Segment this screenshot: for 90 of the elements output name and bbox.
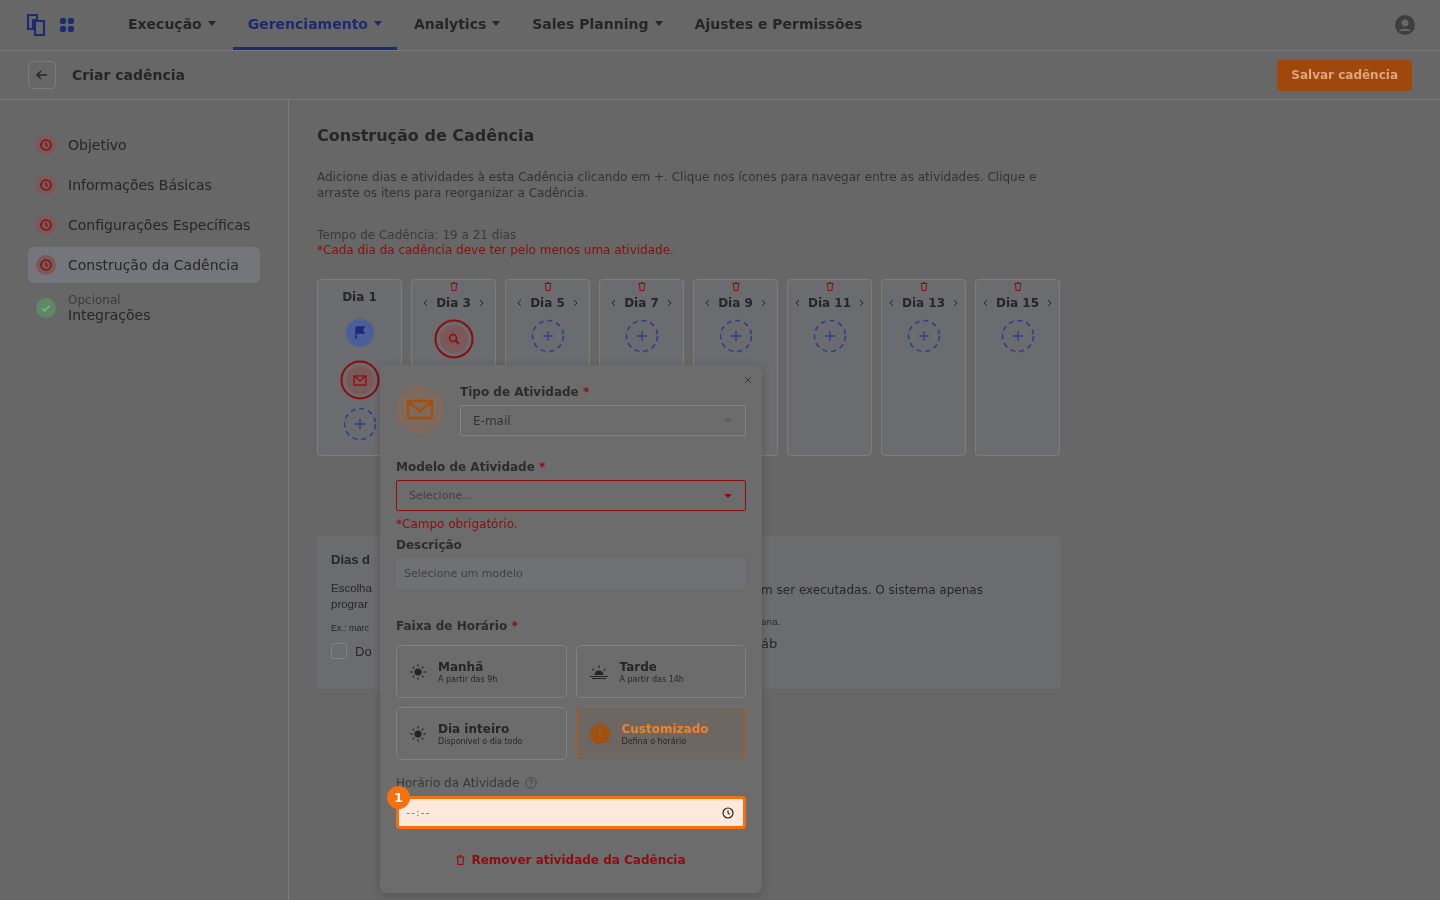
example-text: ana.	[761, 617, 782, 627]
logo-icon[interactable]	[27, 14, 45, 36]
remove-activity-button[interactable]: Remover atividade da Cadência	[456, 853, 686, 867]
trash-icon[interactable]	[732, 282, 740, 291]
trash-icon[interactable]	[920, 282, 928, 291]
day-label: Dia 7	[624, 296, 659, 310]
day-label: Dia 3	[436, 296, 471, 310]
page-title: Criar cadência	[72, 67, 185, 83]
user-avatar-icon[interactable]	[1395, 15, 1415, 35]
sun-icon	[410, 725, 426, 742]
nav-tab[interactable]: Analytics	[399, 0, 516, 50]
clock-icon	[589, 723, 610, 744]
search-activity-icon[interactable]	[433, 319, 474, 359]
add-activity-icon[interactable]	[342, 407, 377, 441]
panel-text: prograr	[331, 597, 370, 612]
save-button[interactable]: Salvar cadência	[1277, 59, 1412, 91]
day-label: Dia 11	[807, 296, 852, 310]
chevron-left-icon[interactable]	[705, 299, 711, 307]
chevron-right-icon[interactable]	[666, 299, 672, 307]
step-item[interactable]: Informações Básicas	[28, 167, 260, 203]
time-slot-option[interactable]: Customizado Defina o horário	[575, 707, 746, 760]
panel-title: Dias d	[331, 552, 371, 567]
help-icon[interactable]	[525, 777, 538, 789]
trash-icon	[456, 855, 466, 865]
add-activity-icon[interactable]	[624, 319, 659, 353]
apps-grid-icon[interactable]	[60, 18, 74, 32]
day-label: Dia 1	[342, 290, 377, 304]
chevron-left-icon[interactable]	[794, 299, 800, 307]
add-activity-icon[interactable]	[1000, 319, 1035, 353]
warning-text: *Cada dia da cadência deve ter pelo menos uma atividade.	[317, 243, 675, 257]
close-icon[interactable]	[744, 376, 752, 384]
caret-icon	[724, 493, 732, 498]
chevron-right-icon[interactable]	[1047, 299, 1053, 307]
chevron-right-icon[interactable]	[572, 299, 578, 307]
time-slot-option[interactable]: Tarde A partir das 14h	[575, 645, 746, 698]
day-label: Dia 15	[995, 296, 1040, 310]
time-slot-option[interactable]: Dia inteiro Disponível o dia todo	[396, 707, 567, 760]
nav-tab[interactable]: Execução	[113, 0, 231, 50]
section-title: Construção de Cadência	[317, 126, 536, 145]
panel-text: m ser executadas. O sistema apenas	[761, 582, 983, 598]
envelope-icon	[396, 385, 444, 433]
day-label: Dia 5	[530, 296, 565, 310]
day-label: Dia 9	[718, 296, 753, 310]
checkbox-label: áb	[761, 636, 779, 651]
nav-tab[interactable]: Ajustes e Permissões	[679, 0, 878, 50]
field-label: Tipo de Atividade *	[460, 385, 591, 399]
activity-type-select[interactable]: E-mail	[460, 405, 746, 436]
step-item[interactable]: Construção da Cadência	[28, 247, 260, 283]
field-label: Descrição	[396, 538, 463, 552]
example-text: Ex.: marc	[331, 623, 370, 633]
step-badge: 1	[387, 786, 410, 809]
field-label: Modelo de Atividade *	[396, 460, 547, 474]
trash-icon[interactable]	[1014, 282, 1022, 291]
chevron-right-icon[interactable]	[953, 299, 959, 307]
day-label: Dia 13	[901, 296, 946, 310]
chevron-left-icon[interactable]	[888, 299, 894, 307]
step-item[interactable]: Objetivo	[28, 127, 260, 163]
nav-tab[interactable]: Gerenciamento	[232, 0, 397, 50]
add-activity-icon[interactable]	[906, 319, 941, 353]
step-item[interactable]: Configurações Específicas	[28, 207, 260, 243]
caret-icon[interactable]	[207, 21, 216, 26]
caret-icon[interactable]	[654, 21, 663, 26]
add-activity-icon[interactable]	[530, 319, 565, 353]
email-activity-icon[interactable]	[339, 360, 380, 400]
chevron-right-icon[interactable]	[859, 299, 865, 307]
add-activity-icon[interactable]	[812, 319, 847, 353]
add-activity-icon[interactable]	[718, 319, 753, 353]
back-button[interactable]	[28, 61, 56, 89]
error-text: *Campo obrigatório.	[396, 517, 519, 531]
sunrise-icon	[589, 664, 608, 679]
checkbox-label: Do	[355, 643, 372, 659]
chevron-right-icon[interactable]	[478, 299, 484, 307]
panel-text: Escolha	[331, 581, 373, 596]
clock-icon	[722, 806, 734, 819]
chevron-left-icon[interactable]	[982, 299, 988, 307]
chevron-left-icon[interactable]	[517, 299, 523, 307]
trash-icon[interactable]	[544, 282, 552, 291]
chevron-right-icon[interactable]	[760, 299, 766, 307]
chevron-left-icon[interactable]	[611, 299, 617, 307]
arrow-left-icon	[36, 70, 48, 80]
time-slot-option[interactable]: Manhã A partir das 9h	[396, 645, 567, 698]
trash-icon[interactable]	[450, 282, 458, 291]
trash-icon[interactable]	[826, 282, 834, 291]
trash-icon[interactable]	[638, 282, 646, 291]
field-label: Faixa de Horário *	[396, 619, 519, 633]
sun-icon	[410, 663, 426, 680]
caret-icon[interactable]	[492, 21, 501, 26]
nav-tab[interactable]: Sales Planning	[517, 0, 678, 50]
caret-icon[interactable]	[374, 21, 382, 26]
chevron-left-icon[interactable]	[423, 299, 429, 307]
